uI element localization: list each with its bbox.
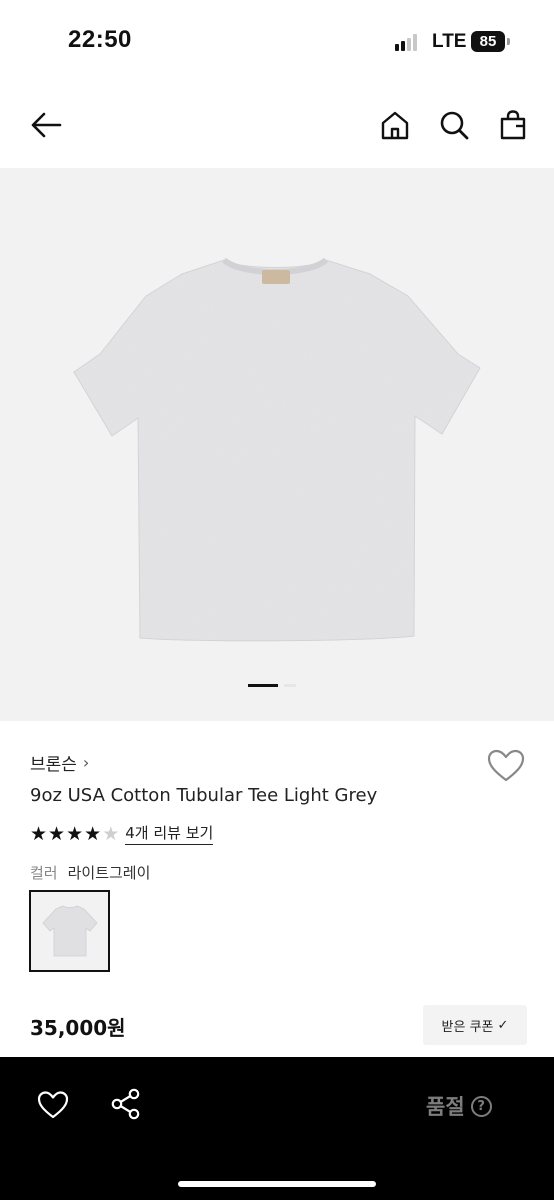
- heart-icon: [487, 749, 525, 782]
- gallery-pagination: [248, 684, 308, 688]
- color-row: 컬러 라이트그레이: [30, 862, 150, 883]
- color-value: 라이트그레이: [67, 864, 151, 882]
- back-button[interactable]: [26, 105, 66, 145]
- cart-button[interactable]: [493, 105, 533, 145]
- bottom-action-bar: 품절 ?: [0, 1057, 554, 1200]
- review-link[interactable]: 4개 리뷰 보기: [125, 822, 214, 845]
- search-icon: [440, 111, 469, 140]
- star-rating: ★ ★ ★ ★ ★: [30, 824, 119, 844]
- soldout-status: 품절 ?: [426, 1091, 492, 1121]
- battery-level: 85: [471, 31, 505, 52]
- share-button[interactable]: [110, 1087, 142, 1121]
- home-button[interactable]: [375, 105, 415, 145]
- pagination-dot: [284, 684, 296, 687]
- wishlist-button[interactable]: [486, 747, 526, 785]
- coupon-button[interactable]: 받은 쿠폰 ✓: [423, 1005, 527, 1045]
- product-title: 9oz USA Cotton Tubular Tee Light Grey: [30, 785, 378, 806]
- home-indicator: [178, 1181, 376, 1187]
- tee-label-tag: [262, 270, 290, 284]
- brand-name: 브론슨: [30, 755, 77, 775]
- star-filled-icon: ★: [66, 822, 84, 845]
- rating-row: ★ ★ ★ ★ ★ 4개 리뷰 보기: [30, 822, 214, 845]
- chevron-right-icon: ›: [82, 753, 90, 772]
- star-filled-icon: ★: [84, 822, 102, 845]
- status-bar: 22:50 LTE 85: [0, 0, 554, 80]
- product-image-gallery[interactable]: [0, 168, 554, 721]
- brand-link[interactable]: 브론슨 ›: [30, 750, 89, 775]
- status-time: 22:50: [68, 26, 132, 53]
- share-icon: [111, 1088, 140, 1120]
- color-swatch-selected[interactable]: [29, 890, 110, 972]
- heart-icon: [37, 1091, 69, 1119]
- network-type: LTE: [432, 31, 467, 52]
- soldout-label: 품절: [426, 1095, 465, 1119]
- home-icon: [381, 111, 409, 140]
- product-image: [73, 257, 481, 642]
- product-detail-page: 22:50 LTE 85 브론슨 › 9oz USA Cotton Tubula…: [0, 0, 554, 1200]
- signal-icon: [395, 33, 423, 51]
- checkmark-icon: ✓: [497, 1017, 509, 1033]
- swatch-thumbnail: [41, 905, 98, 957]
- help-icon[interactable]: ?: [470, 1095, 492, 1117]
- shopping-bag-icon: [500, 110, 526, 140]
- price: 35,000원: [30, 1016, 126, 1040]
- star-empty-icon: ★: [102, 822, 120, 845]
- bottom-wishlist-button[interactable]: [36, 1089, 70, 1121]
- color-label: 컬러: [30, 864, 58, 882]
- arrow-left-icon: [31, 112, 62, 138]
- star-filled-icon: ★: [48, 822, 66, 845]
- battery-icon: 85: [471, 31, 511, 52]
- pagination-dot-active: [248, 684, 278, 687]
- top-nav: [0, 95, 554, 155]
- coupon-label: 받은 쿠폰: [441, 1019, 494, 1035]
- search-button[interactable]: [434, 105, 474, 145]
- star-filled-icon: ★: [30, 822, 48, 845]
